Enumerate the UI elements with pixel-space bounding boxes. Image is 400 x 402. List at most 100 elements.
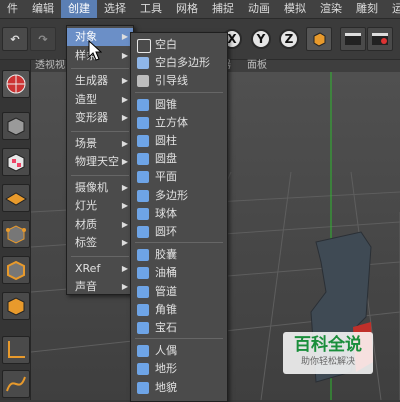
menubar-item[interactable]: 渲染 — [313, 0, 349, 18]
object-menu-item[interactable]: 胶囊 — [131, 245, 227, 265]
texture-mode-button[interactable] — [2, 148, 30, 176]
object-menu-item[interactable]: 立方体 — [131, 113, 227, 133]
menu-item-label: 标签 — [75, 236, 97, 249]
model-mode-button[interactable] — [2, 112, 30, 140]
menu-item[interactable]: 灯光 ▶ — [67, 197, 133, 215]
pyramid-icon — [137, 303, 149, 316]
menu-item-label: 灯光 — [75, 199, 97, 212]
object-menu-item[interactable]: 宝石 — [131, 318, 227, 338]
render-picture-button[interactable] — [367, 27, 393, 51]
object-menu-label: 引导线 — [155, 74, 188, 88]
cube-icon — [137, 116, 149, 129]
edges-mode-button[interactable] — [2, 256, 30, 284]
menubar-item[interactable]: 模拟 — [277, 0, 313, 18]
guide-line-icon — [137, 75, 149, 88]
object-menu-item[interactable]: 圆盘 — [131, 149, 227, 169]
menubar-item[interactable]: 工具 — [133, 0, 169, 18]
submenu-arrow-icon: ▶ — [121, 94, 128, 104]
object-menu-item[interactable]: 角锥 — [131, 300, 227, 320]
submenu-arrow-icon: ▶ — [121, 76, 128, 85]
object-menu-item[interactable]: 圆环 — [131, 222, 227, 242]
menubar-item[interactable]: 雕刻 — [349, 0, 385, 18]
redo-button[interactable]: ↷ — [30, 27, 56, 51]
watermark-subtitle: 助你轻松解决 — [300, 357, 355, 367]
render-view-button[interactable] — [340, 27, 366, 51]
menu-item[interactable]: 摄像机 ▶ — [67, 179, 133, 197]
menu-item-label: 造型 — [75, 92, 97, 106]
object-menu-label: 多边形 — [155, 188, 188, 202]
curve-icon — [6, 376, 26, 392]
submenu-arrow-icon: ▶ — [121, 282, 128, 291]
viewport-tab-perspective[interactable]: 透视视 — [35, 60, 65, 72]
coordinate-system-button[interactable] — [306, 27, 332, 51]
submenu-arrow-icon: ▶ — [121, 201, 128, 210]
menu-item[interactable]: 场景 ▶ — [67, 135, 133, 153]
object-menu-item[interactable]: 引导线 — [131, 71, 227, 91]
submenu-arrow-icon: ▶ — [121, 182, 128, 192]
submenu-arrow-icon: ▶ — [121, 238, 128, 247]
object-menu-item[interactable]: 空白 — [131, 35, 227, 55]
left-toolbar — [0, 60, 31, 400]
menu-item[interactable]: 材质 ▶ — [67, 216, 133, 234]
object-menu-item[interactable]: 空白多边形 — [131, 53, 227, 73]
object-menu-label: 立方体 — [155, 115, 188, 129]
menu-item[interactable]: 变形器 ▶ — [67, 109, 133, 127]
plane-icon — [137, 171, 149, 184]
menu-item[interactable]: 物理天空 ▶ — [67, 153, 133, 171]
menu-item[interactable]: 生成器 ▶ — [67, 72, 133, 90]
sphere-mode-button[interactable] — [2, 70, 30, 98]
object-menu-item[interactable]: 地形 — [131, 359, 227, 379]
object-menu-label: 圆盘 — [155, 152, 177, 166]
polygons-mode-button[interactable] — [2, 292, 30, 320]
menubar-item[interactable]: 创建 — [61, 0, 97, 18]
checker-cube-icon — [7, 153, 25, 172]
object-menu-item[interactable]: 人偶 — [131, 341, 227, 361]
spline-mode-button[interactable] — [2, 370, 30, 398]
menubar-item[interactable]: 件 — [0, 0, 25, 18]
object-menu-label: 地形 — [155, 362, 177, 376]
menubar-item[interactable]: 运 — [385, 0, 400, 18]
object-menu-item[interactable]: 油桶 — [131, 263, 227, 283]
object-menu-item[interactable]: 多边形 — [131, 186, 227, 206]
axis-mode-button[interactable] — [2, 336, 30, 364]
null-object-icon — [137, 39, 151, 53]
undo-button[interactable]: ↶ — [2, 27, 28, 51]
object-menu-item[interactable]: 圆锥 — [131, 95, 227, 115]
submenu-arrow-icon: ▶ — [121, 219, 128, 229]
object-menu-label: 空白 — [155, 38, 177, 51]
menubar-item[interactable]: 选择 — [97, 0, 133, 18]
menubar-item[interactable]: 网格 — [169, 0, 205, 18]
menu-item[interactable]: 造型 ▶ — [67, 91, 133, 109]
y-axis-lock-button[interactable]: Y — [251, 29, 271, 49]
menubar-item[interactable]: 捕捉 — [205, 0, 241, 18]
menu-item[interactable]: 标签 ▶ — [67, 234, 133, 252]
mouse-cursor-icon — [88, 40, 102, 61]
menu-item-label: 材质 — [75, 217, 97, 231]
submenu-arrow-icon: ▶ — [121, 32, 128, 41]
object-menu-item[interactable]: 地貌 — [131, 378, 227, 398]
points-mode-button[interactable] — [2, 220, 30, 248]
object-menu-item[interactable]: 管道 — [131, 282, 227, 302]
object-menu-label: 圆柱 — [155, 134, 177, 147]
object-menu-item[interactable]: 圆柱 — [131, 131, 227, 151]
menubar-item[interactable]: 编辑 — [25, 0, 61, 18]
menu-item[interactable]: XRef ▶ — [67, 260, 133, 278]
menubar-item[interactable]: 动画 — [241, 0, 277, 18]
viewport-menu-panel[interactable]: 面板 — [247, 60, 267, 72]
watermark: 百科全说 助你轻松解决 — [283, 332, 373, 374]
submenu-arrow-icon: ▶ — [121, 263, 128, 273]
object-menu-label: 空白多边形 — [155, 56, 210, 70]
object-menu-label: 球体 — [155, 206, 177, 220]
object-menu-item[interactable]: 平面 — [131, 167, 227, 187]
menu-separator — [135, 338, 223, 340]
object-menu-label: 圆环 — [155, 225, 177, 238]
workplane-button[interactable] — [2, 184, 30, 212]
z-axis-lock-button[interactable]: Z — [279, 29, 299, 49]
menu-item-label: XRef — [75, 261, 101, 275]
object-menu-label: 平面 — [155, 170, 177, 184]
torus-icon — [137, 226, 149, 238]
oil-tank-icon — [137, 267, 149, 280]
object-menu-item[interactable]: 球体 — [131, 204, 227, 224]
object-menu-label: 地貌 — [155, 380, 177, 394]
menu-item[interactable]: 声音 ▶ — [67, 278, 133, 296]
